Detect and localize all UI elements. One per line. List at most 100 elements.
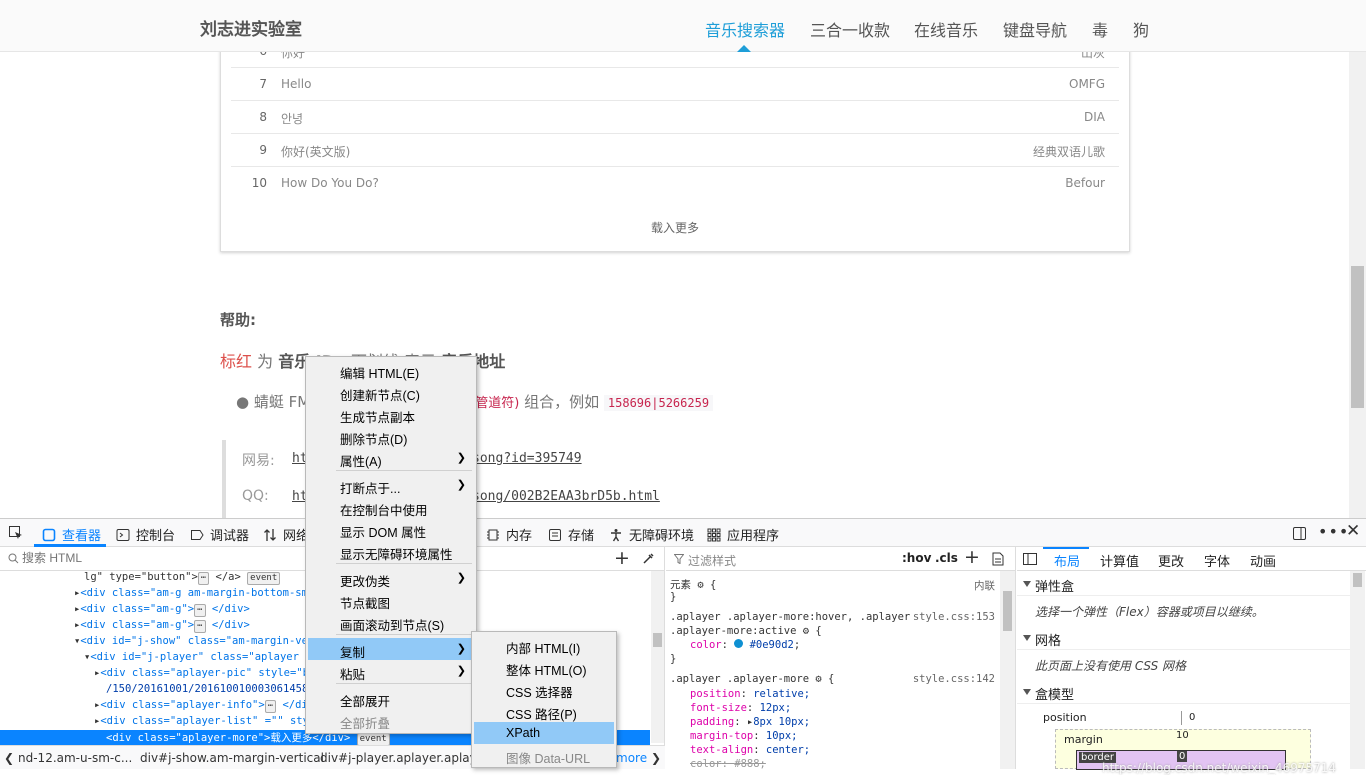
html-tree-scrollbar[interactable] — [651, 571, 664, 743]
hov-toggle[interactable]: :hov — [902, 551, 931, 565]
menu-item-copy-image-data-url[interactable]: 图像 Data-URL — [474, 744, 614, 766]
rule-source-link[interactable]: style.css:153 — [913, 611, 995, 623]
flexbox-section-header[interactable]: 弹性盒 — [1017, 572, 1350, 596]
ellipsis-badge[interactable]: ⋯ — [194, 604, 206, 617]
tab-animations[interactable]: 动画 — [1250, 551, 1276, 570]
dock-side-icon[interactable] — [1292, 526, 1307, 541]
menu-item-use-in-console[interactable]: 在控制台中使用 — [308, 496, 474, 518]
page-scrollbar[interactable] — [1349, 52, 1366, 518]
breadcrumb-forward-icon[interactable]: ❯ — [651, 751, 661, 765]
tab-console[interactable]: 控制台 — [116, 525, 175, 544]
nav-payment[interactable]: 三合一收款 — [810, 17, 890, 41]
expand-arrow-icon[interactable]: ▸ — [0, 587, 80, 599]
rule-declaration[interactable]: font-size: 12px; — [690, 702, 1020, 716]
menu-item-break-on[interactable]: 打断点于... ❯ — [308, 474, 474, 496]
tab-computed[interactable]: 计算值 — [1100, 551, 1139, 570]
song-row[interactable]: 10 How Do You Do? Befour — [231, 167, 1119, 200]
tab-fonts[interactable]: 字体 — [1204, 551, 1230, 570]
gear-icon[interactable]: ⚙ — [815, 673, 821, 685]
menu-item-screenshot-node[interactable]: 节点截图 — [308, 589, 474, 611]
menu-item-collapse-all[interactable]: 全部折叠 — [308, 709, 474, 731]
add-rule-icon[interactable]: + — [964, 546, 980, 568]
toggle-sidebar-icon[interactable] — [1023, 553, 1037, 565]
add-node-icon[interactable]: + — [614, 547, 630, 569]
html-search-input[interactable] — [22, 551, 582, 565]
pick-element-button[interactable] — [8, 525, 24, 541]
nav-music-search[interactable]: 音乐搜索器 — [705, 17, 785, 41]
menu-item-show-dom-properties[interactable]: 显示 DOM 属性 — [308, 518, 474, 540]
expand-arrow-icon[interactable]: ▸ — [0, 667, 100, 679]
collapse-arrow-icon[interactable]: ▾ — [0, 651, 90, 663]
menu-item-attributes[interactable]: 属性(A) ❯ — [308, 447, 474, 469]
breadcrumb-item[interactable]: div#j-show.am-margin-vertical — [140, 751, 324, 765]
menu-item-change-pseudo-class[interactable]: 更改伪类 ❯ — [308, 567, 474, 589]
menu-item-delete-node[interactable]: 删除节点(D) — [308, 425, 474, 447]
menu-item-copy-xpath[interactable]: XPath — [474, 722, 614, 744]
nav-dog[interactable]: 狗 — [1133, 17, 1149, 41]
box-model-section-header[interactable]: 盒模型 — [1017, 680, 1350, 704]
ellipsis-badge[interactable]: ⋯ — [194, 620, 206, 633]
margin-value[interactable]: 10 — [1176, 730, 1189, 741]
rules-scrollbar-thumb[interactable] — [1003, 591, 1012, 631]
load-more-button[interactable]: 载入更多 — [221, 219, 1129, 236]
song-row[interactable]: 7 Hello OMFG — [231, 68, 1119, 101]
menu-item-expand-all[interactable]: 全部展开 — [308, 687, 474, 709]
rule-declaration[interactable]: margin-top: 10px; — [690, 730, 1020, 744]
close-devtools-icon[interactable]: ✕ — [1346, 521, 1360, 541]
ellipsis-badge[interactable]: ⋯ — [197, 572, 210, 585]
rule-declaration[interactable]: padding: ▸8px 10px; — [690, 716, 1020, 730]
tab-storage[interactable]: 存储 — [548, 525, 594, 544]
tab-network[interactable]: 网络 — [263, 525, 309, 544]
menu-item-create-node[interactable]: 创建新节点(C) — [308, 381, 474, 403]
more-options-icon[interactable]: ••• — [1318, 522, 1349, 541]
rules-scrollbar[interactable] — [1000, 571, 1015, 769]
site-brand[interactable]: 刘志进实验室 — [200, 15, 302, 40]
menu-item-show-accessibility[interactable]: 显示无障碍环境属性 — [308, 540, 474, 562]
layout-scrollbar-thumb[interactable] — [1353, 573, 1362, 587]
tab-debugger[interactable]: 调试器 — [190, 525, 249, 544]
tab-accessibility[interactable]: 无障碍环境 — [609, 525, 694, 544]
rule-declaration[interactable]: position: relative; — [690, 688, 1020, 702]
menu-item-copy-css-path[interactable]: CSS 路径(P) — [474, 700, 614, 722]
layout-scrollbar[interactable] — [1350, 571, 1365, 769]
breadcrumb-item[interactable]: nd-12.am-u-sm-c... — [18, 751, 132, 765]
menu-item-copy-inner-html[interactable]: 内部 HTML(I) — [474, 634, 614, 656]
color-swatch[interactable] — [734, 639, 744, 648]
tab-changes[interactable]: 更改 — [1158, 551, 1184, 570]
rules-filter-input[interactable]: 过滤样式 — [688, 552, 736, 569]
song-row[interactable]: 9 你好(英文版) 经典双语儿歌 — [231, 134, 1119, 167]
expand-arrow-icon[interactable]: ▸ — [0, 699, 100, 711]
rule-declaration-overridden[interactable]: color: #888; — [690, 758, 1020, 772]
event-badge[interactable]: event — [247, 572, 281, 585]
tab-layout[interactable]: 布局 — [1054, 551, 1080, 570]
ellipsis-badge[interactable]: ⋯ — [264, 700, 277, 713]
rule-source-link[interactable]: style.css:142 — [913, 673, 995, 685]
breadcrumb-item-current[interactable]: more — [616, 751, 647, 765]
song-row[interactable]: 8 안녕 DIA — [231, 101, 1119, 134]
breadcrumb-item[interactable]: div#j-player.aplayer.aplayer- — [320, 751, 493, 765]
nav-poison[interactable]: 毒 — [1092, 17, 1108, 41]
nav-online-music[interactable]: 在线音乐 — [914, 17, 978, 41]
page-scrollbar-thumb[interactable] — [1351, 266, 1364, 408]
menu-item-copy[interactable]: 复制 ❯ — [308, 638, 474, 660]
rule-declaration[interactable]: color: #0e90d2; — [690, 639, 1020, 653]
menu-item-copy-css-selector[interactable]: CSS 选择器 — [474, 678, 614, 700]
print-media-icon[interactable] — [992, 552, 1004, 566]
menu-item-duplicate-node[interactable]: 生成节点副本 — [308, 403, 474, 425]
menu-item-edit-html[interactable]: 编辑 HTML(E) — [308, 359, 474, 381]
breadcrumb-back-icon[interactable]: ❮ — [4, 751, 14, 765]
cls-toggle[interactable]: .cls — [935, 551, 958, 565]
grid-section-header[interactable]: 网格 — [1017, 626, 1350, 650]
gear-icon[interactable]: ⚙ — [803, 625, 809, 637]
tab-application[interactable]: 应用程序 — [707, 525, 779, 544]
rule-declaration[interactable]: text-align: center; — [690, 744, 1020, 758]
tab-inspector[interactable]: 查看器 — [42, 525, 101, 544]
nav-keyboard[interactable]: 键盘导航 — [1003, 17, 1067, 41]
collapse-arrow-icon[interactable]: ▾ — [0, 635, 80, 647]
expand-arrow-icon[interactable]: ▸ — [0, 619, 80, 631]
menu-item-scroll-into-view[interactable]: 画面滚动到节点(S) — [308, 611, 474, 633]
html-tree-scrollbar-thumb[interactable] — [653, 633, 662, 647]
tab-memory[interactable]: 内存 — [486, 525, 532, 544]
eyedropper-icon[interactable] — [642, 552, 655, 565]
expand-arrow-icon[interactable]: ▸ — [0, 715, 100, 727]
